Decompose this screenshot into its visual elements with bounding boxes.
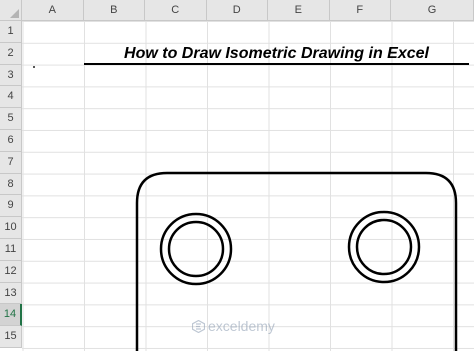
rounded-plate-shape [135, 171, 458, 351]
spreadsheet: ABCDEFG 1 2 3 4 5 6 7 8 9 10 11 12 13 14 15 How to Dra… [0, 0, 474, 351]
exceldemy-logo-icon [192, 319, 205, 333]
right-hole-outer-circle [347, 210, 421, 284]
watermark: exceldemy [192, 318, 275, 334]
left-hole-outer-circle [159, 212, 233, 286]
watermark-text: exceldemy [208, 318, 275, 334]
left-hole-inner-circle [167, 220, 225, 278]
right-hole-inner-circle [355, 218, 413, 276]
isometric-drawing[interactable] [0, 0, 474, 351]
